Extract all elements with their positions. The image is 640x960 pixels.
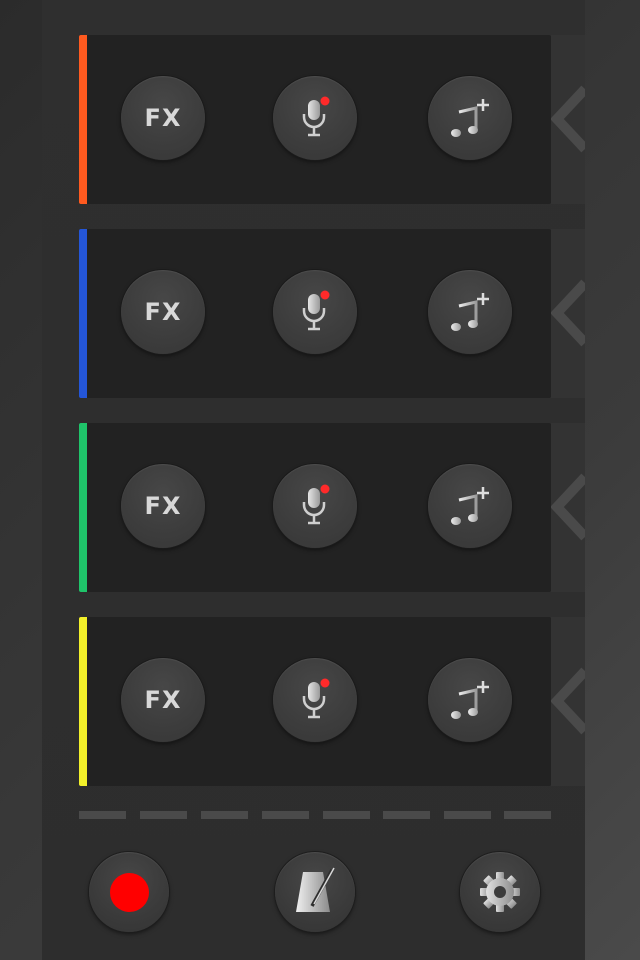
track-color-bar [79,617,87,786]
record-button[interactable] [89,852,169,932]
add-music-icon [451,681,489,719]
chevron-left-icon[interactable] [551,467,585,547]
chevron-left-icon[interactable] [551,661,585,741]
track-row-3: FX [79,423,551,592]
track-color-bar [79,229,87,398]
microphone-record-icon [302,678,330,719]
add-music-icon [451,293,489,331]
add-music-button[interactable] [428,270,512,354]
metronome-button[interactable] [275,852,355,932]
beat-step [262,811,309,819]
settings-button[interactable] [460,852,540,932]
track-color-bar [79,35,87,204]
record-track-button[interactable] [273,270,357,354]
fx-icon: FX [144,492,182,520]
microphone-record-icon [302,484,330,525]
fx-button[interactable]: FX [121,464,205,548]
chevron-left-icon[interactable] [551,273,585,353]
fx-icon: FX [144,298,182,326]
beat-indicator [79,811,551,820]
beat-step [383,811,430,819]
chevron-left-icon[interactable] [551,79,585,159]
add-music-button[interactable] [428,658,512,742]
track-row-2: FX [79,229,551,398]
record-icon [109,872,149,912]
beat-step [140,811,187,819]
record-track-button[interactable] [273,464,357,548]
track-color-bar [79,423,87,592]
fx-button[interactable]: FX [121,76,205,160]
fx-button[interactable]: FX [121,270,205,354]
record-track-button[interactable] [273,658,357,742]
beat-step [201,811,248,819]
microphone-record-icon [302,96,330,137]
add-music-button[interactable] [428,464,512,548]
beat-step [504,811,551,819]
beat-step [323,811,370,819]
gear-icon [480,872,520,912]
metronome-icon [296,867,335,912]
beat-step [79,811,126,819]
add-music-icon [451,487,489,525]
beat-step [444,811,491,819]
fx-icon: FX [144,686,182,714]
microphone-record-icon [302,290,330,331]
add-music-icon [451,99,489,137]
fx-icon: FX [144,104,182,132]
record-track-button[interactable] [273,76,357,160]
track-row-1: FX [79,35,551,204]
track-row-4: FX [79,617,551,786]
fx-button[interactable]: FX [121,658,205,742]
add-music-button[interactable] [428,76,512,160]
